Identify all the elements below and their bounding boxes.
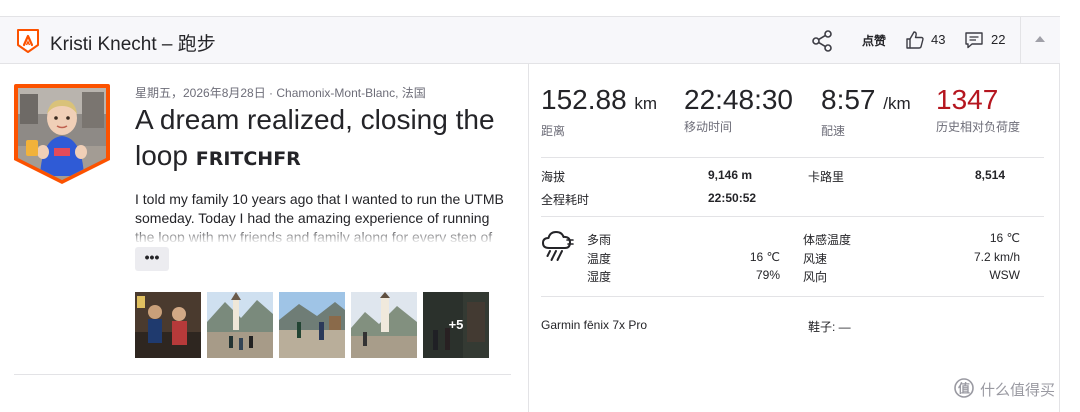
stat-distance-label: 距离	[541, 124, 566, 138]
activity-title-tag: FRITCHFR	[195, 148, 301, 170]
activity-title[interactable]: A dream realized, closing the loop FRITC…	[135, 102, 515, 177]
stat-moving-time-label: 移动时间	[684, 120, 733, 134]
kudos-button[interactable]: 点赞	[862, 32, 886, 49]
stat-distance: 152.88 km 距离	[541, 84, 657, 139]
stat-pace-label: 配速	[821, 124, 846, 138]
pace-unit: /km	[883, 94, 911, 113]
device-name[interactable]: Garmin fēnix 7x Pro	[541, 318, 647, 332]
watermark-logo-icon: 值	[954, 378, 974, 398]
activity-meta: 星期五，2026年8月28日 · Chamonix-Mont-Blanc, 法国	[135, 86, 426, 100]
details-divider	[541, 216, 1044, 217]
activity-photo[interactable]	[279, 292, 345, 358]
show-more-button[interactable]: •••	[135, 247, 169, 271]
activity-card: Kristi Knecht – 跑步 点赞 43 22 星期五，2026年8月2…	[0, 16, 1060, 412]
activity-photo-more[interactable]: +5	[423, 292, 489, 358]
shoes-info: 鞋子: —	[808, 320, 851, 334]
stat-moving-time: 22:48:30 移动时间	[684, 84, 793, 135]
wind-direction-value: WSW	[989, 268, 1020, 282]
stat-relative-effort-value: 1347	[936, 84, 999, 115]
comment-count: 22	[991, 32, 1006, 47]
elapsed-time-label: 全程耗时	[541, 193, 590, 207]
wind-direction-label: 风向	[803, 270, 828, 284]
pace-number: 8:57	[821, 84, 876, 115]
feels-like-label: 体感温度	[803, 233, 852, 247]
wind-speed-label: 风速	[803, 252, 828, 266]
humidity-value: 79%	[755, 268, 780, 282]
weather-condition: 多雨	[587, 233, 612, 247]
stats-divider	[541, 157, 1044, 158]
activity-photo[interactable]	[351, 292, 417, 358]
calories-label: 卡路里	[808, 170, 845, 184]
stat-relative-effort[interactable]: 1347 历史相对负荷度	[936, 84, 1020, 135]
elevation-value: 9,146 m	[708, 168, 753, 182]
rain-cloud-icon	[542, 231, 574, 261]
stat-pace-value: 8:57 /km	[821, 84, 911, 120]
humidity-label: 湿度	[587, 270, 612, 284]
collapse-button[interactable]	[1020, 17, 1060, 64]
elapsed-time-value: 22:50:52	[708, 191, 757, 205]
temperature-label: 温度	[587, 252, 612, 266]
kudos-count: 43	[931, 32, 946, 47]
activity-header: Kristi Knecht – 跑步 点赞 43 22	[0, 16, 1060, 64]
description-fade	[135, 226, 510, 244]
temperature-value: 16 ℃	[749, 250, 780, 264]
strava-logo-icon	[17, 29, 39, 53]
thumbs-up-icon[interactable]	[905, 30, 925, 50]
athlete-avatar[interactable]	[14, 84, 110, 184]
activity-photo[interactable]	[207, 292, 273, 358]
left-divider	[14, 374, 511, 375]
column-divider	[528, 64, 529, 412]
comment-icon[interactable]	[964, 30, 984, 50]
stat-moving-time-value: 22:48:30	[684, 84, 793, 115]
feels-like-value: 16 ℃	[989, 231, 1020, 245]
svg-text:值: 值	[958, 381, 970, 396]
stat-pace: 8:57 /km 配速	[821, 84, 911, 139]
distance-unit: km	[634, 94, 658, 113]
weather-divider	[541, 296, 1044, 297]
activity-header-title: Kristi Knecht – 跑步	[50, 34, 216, 55]
activity-title-text: A dream realized, closing the loop	[135, 104, 495, 171]
stat-distance-value: 152.88 km	[541, 84, 657, 120]
share-icon[interactable]	[810, 29, 834, 53]
stat-relative-effort-label: 历史相对负荷度	[936, 120, 1021, 134]
wind-speed-value: 7.2 km/h	[973, 250, 1020, 264]
photo-strip: +5	[135, 292, 495, 358]
elevation-label: 海拔	[541, 170, 566, 184]
calories-value: 8,514	[975, 168, 1006, 182]
watermark-text: 什么值得买	[980, 382, 1056, 399]
collapse-chevron-icon	[1035, 36, 1045, 42]
activity-photo[interactable]	[135, 292, 201, 358]
more-photos-count: +5	[423, 292, 489, 358]
distance-number: 152.88	[541, 84, 627, 115]
